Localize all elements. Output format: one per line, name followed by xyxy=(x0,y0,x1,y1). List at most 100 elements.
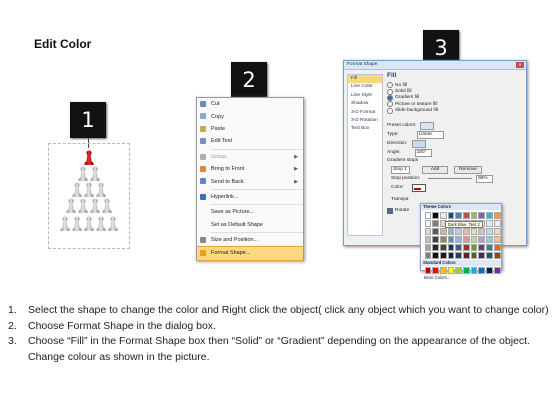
color-swatch[interactable] xyxy=(463,227,470,235)
color-button[interactable] xyxy=(411,183,426,192)
color-swatch[interactable] xyxy=(463,243,470,251)
color-swatch[interactable] xyxy=(463,251,470,259)
angle-input[interactable]: 180° xyxy=(414,148,432,157)
color-swatch[interactable] xyxy=(478,266,486,274)
menu-item[interactable]: Bring to Front ▶ xyxy=(197,163,303,175)
color-swatch[interactable] xyxy=(432,219,439,227)
radio-button[interactable] xyxy=(387,94,393,101)
color-swatch[interactable] xyxy=(424,227,432,235)
color-swatch[interactable] xyxy=(447,227,455,235)
category-item[interactable]: Shadow xyxy=(348,100,382,108)
color-swatch[interactable] xyxy=(470,266,478,274)
color-swatch[interactable] xyxy=(447,235,455,243)
color-swatch[interactable] xyxy=(486,227,493,235)
color-swatch[interactable] xyxy=(470,251,478,259)
color-swatch[interactable] xyxy=(439,251,447,259)
color-swatch[interactable] xyxy=(432,243,439,251)
more-colors-link[interactable]: More Colors... xyxy=(421,275,501,280)
color-swatch[interactable] xyxy=(439,243,447,251)
remove-stop-button[interactable]: Remove xyxy=(454,165,482,174)
menu-item[interactable]: Copy xyxy=(197,110,303,122)
preset-colors-button[interactable] xyxy=(420,121,435,130)
type-select[interactable]: Linear xyxy=(416,130,444,139)
color-swatch[interactable] xyxy=(486,266,493,274)
color-swatch[interactable] xyxy=(493,211,501,219)
menu-item[interactable]: Paste xyxy=(197,123,303,135)
color-swatch[interactable] xyxy=(478,243,486,251)
color-swatch[interactable] xyxy=(432,211,439,219)
color-swatch[interactable] xyxy=(424,266,432,274)
color-swatch[interactable] xyxy=(486,219,493,227)
color-swatch[interactable] xyxy=(424,235,432,243)
category-item[interactable]: Line Style xyxy=(348,92,382,100)
color-swatch[interactable] xyxy=(493,243,501,251)
color-swatch[interactable] xyxy=(478,235,486,243)
color-swatch[interactable] xyxy=(439,227,447,235)
radio-button[interactable] xyxy=(387,101,393,108)
color-swatch[interactable] xyxy=(486,251,493,259)
color-swatch[interactable] xyxy=(439,211,447,219)
color-swatch[interactable] xyxy=(424,251,432,259)
color-swatch[interactable] xyxy=(424,211,432,219)
menu-item[interactable]: Size and Position... xyxy=(197,234,303,246)
category-item[interactable]: Line Color xyxy=(348,83,382,91)
color-swatch[interactable] xyxy=(432,235,439,243)
category-item[interactable]: Fill xyxy=(348,75,382,84)
stop-position-input[interactable]: 96% xyxy=(476,174,494,183)
color-swatch[interactable] xyxy=(478,227,486,235)
fill-option[interactable]: Slide background fill xyxy=(387,107,522,114)
color-swatch[interactable] xyxy=(447,266,455,274)
color-swatch[interactable] xyxy=(493,235,501,243)
color-swatch[interactable] xyxy=(493,219,501,227)
menu-item[interactable]: Save as Picture... xyxy=(197,206,303,218)
color-swatch[interactable] xyxy=(432,251,439,259)
color-swatch[interactable] xyxy=(470,235,478,243)
menu-item[interactable]: Send to Back ▶ xyxy=(197,175,303,187)
color-swatch[interactable] xyxy=(486,211,493,219)
stop-select[interactable]: Stop 1 xyxy=(391,165,410,174)
color-swatch[interactable] xyxy=(455,251,463,259)
menu-item[interactable]: Cut xyxy=(197,98,303,110)
menu-item[interactable]: Edit Text xyxy=(197,135,303,147)
pawn-pyramid[interactable] xyxy=(48,143,130,249)
category-item[interactable]: Text Box xyxy=(348,125,382,133)
menu-item[interactable]: Set as Default Shape xyxy=(197,219,303,231)
stop-position-slider[interactable] xyxy=(428,178,473,179)
color-swatch[interactable] xyxy=(439,266,447,274)
close-icon[interactable]: ✕ xyxy=(516,62,524,68)
color-swatch[interactable] xyxy=(432,227,439,235)
color-swatch[interactable] xyxy=(424,219,432,227)
category-item[interactable]: 3-D Format xyxy=(348,109,382,117)
color-swatch[interactable] xyxy=(463,266,470,274)
color-swatch[interactable] xyxy=(470,243,478,251)
color-swatch[interactable] xyxy=(478,211,486,219)
color-swatch[interactable] xyxy=(424,243,432,251)
color-swatch[interactable] xyxy=(447,211,455,219)
color-swatch[interactable] xyxy=(455,227,463,235)
radio-button[interactable] xyxy=(387,82,393,89)
color-swatch[interactable] xyxy=(486,235,493,243)
color-swatch[interactable] xyxy=(455,235,463,243)
color-swatch[interactable] xyxy=(470,211,478,219)
color-swatch[interactable] xyxy=(493,266,501,274)
color-swatch[interactable] xyxy=(455,266,463,274)
radio-button[interactable] xyxy=(387,88,393,95)
color-swatch[interactable] xyxy=(447,251,455,259)
rotate-checkbox[interactable] xyxy=(387,207,393,214)
color-swatch[interactable] xyxy=(432,266,439,274)
color-swatch[interactable] xyxy=(447,243,455,251)
color-swatch[interactable] xyxy=(439,235,447,243)
color-swatch[interactable] xyxy=(486,243,493,251)
color-swatch[interactable] xyxy=(455,243,463,251)
color-swatch[interactable] xyxy=(470,227,478,235)
menu-item[interactable]: Hyperlink... xyxy=(197,191,303,203)
add-stop-button[interactable]: Add xyxy=(422,165,448,174)
color-swatch[interactable] xyxy=(455,211,463,219)
radio-button[interactable] xyxy=(387,107,393,114)
category-item[interactable]: 3-D Rotation xyxy=(348,117,382,125)
color-swatch[interactable] xyxy=(493,227,501,235)
color-swatch[interactable] xyxy=(463,235,470,243)
menu-item[interactable]: Format Shape... xyxy=(197,246,303,261)
direction-button[interactable] xyxy=(412,139,427,148)
color-swatch[interactable] xyxy=(478,251,486,259)
